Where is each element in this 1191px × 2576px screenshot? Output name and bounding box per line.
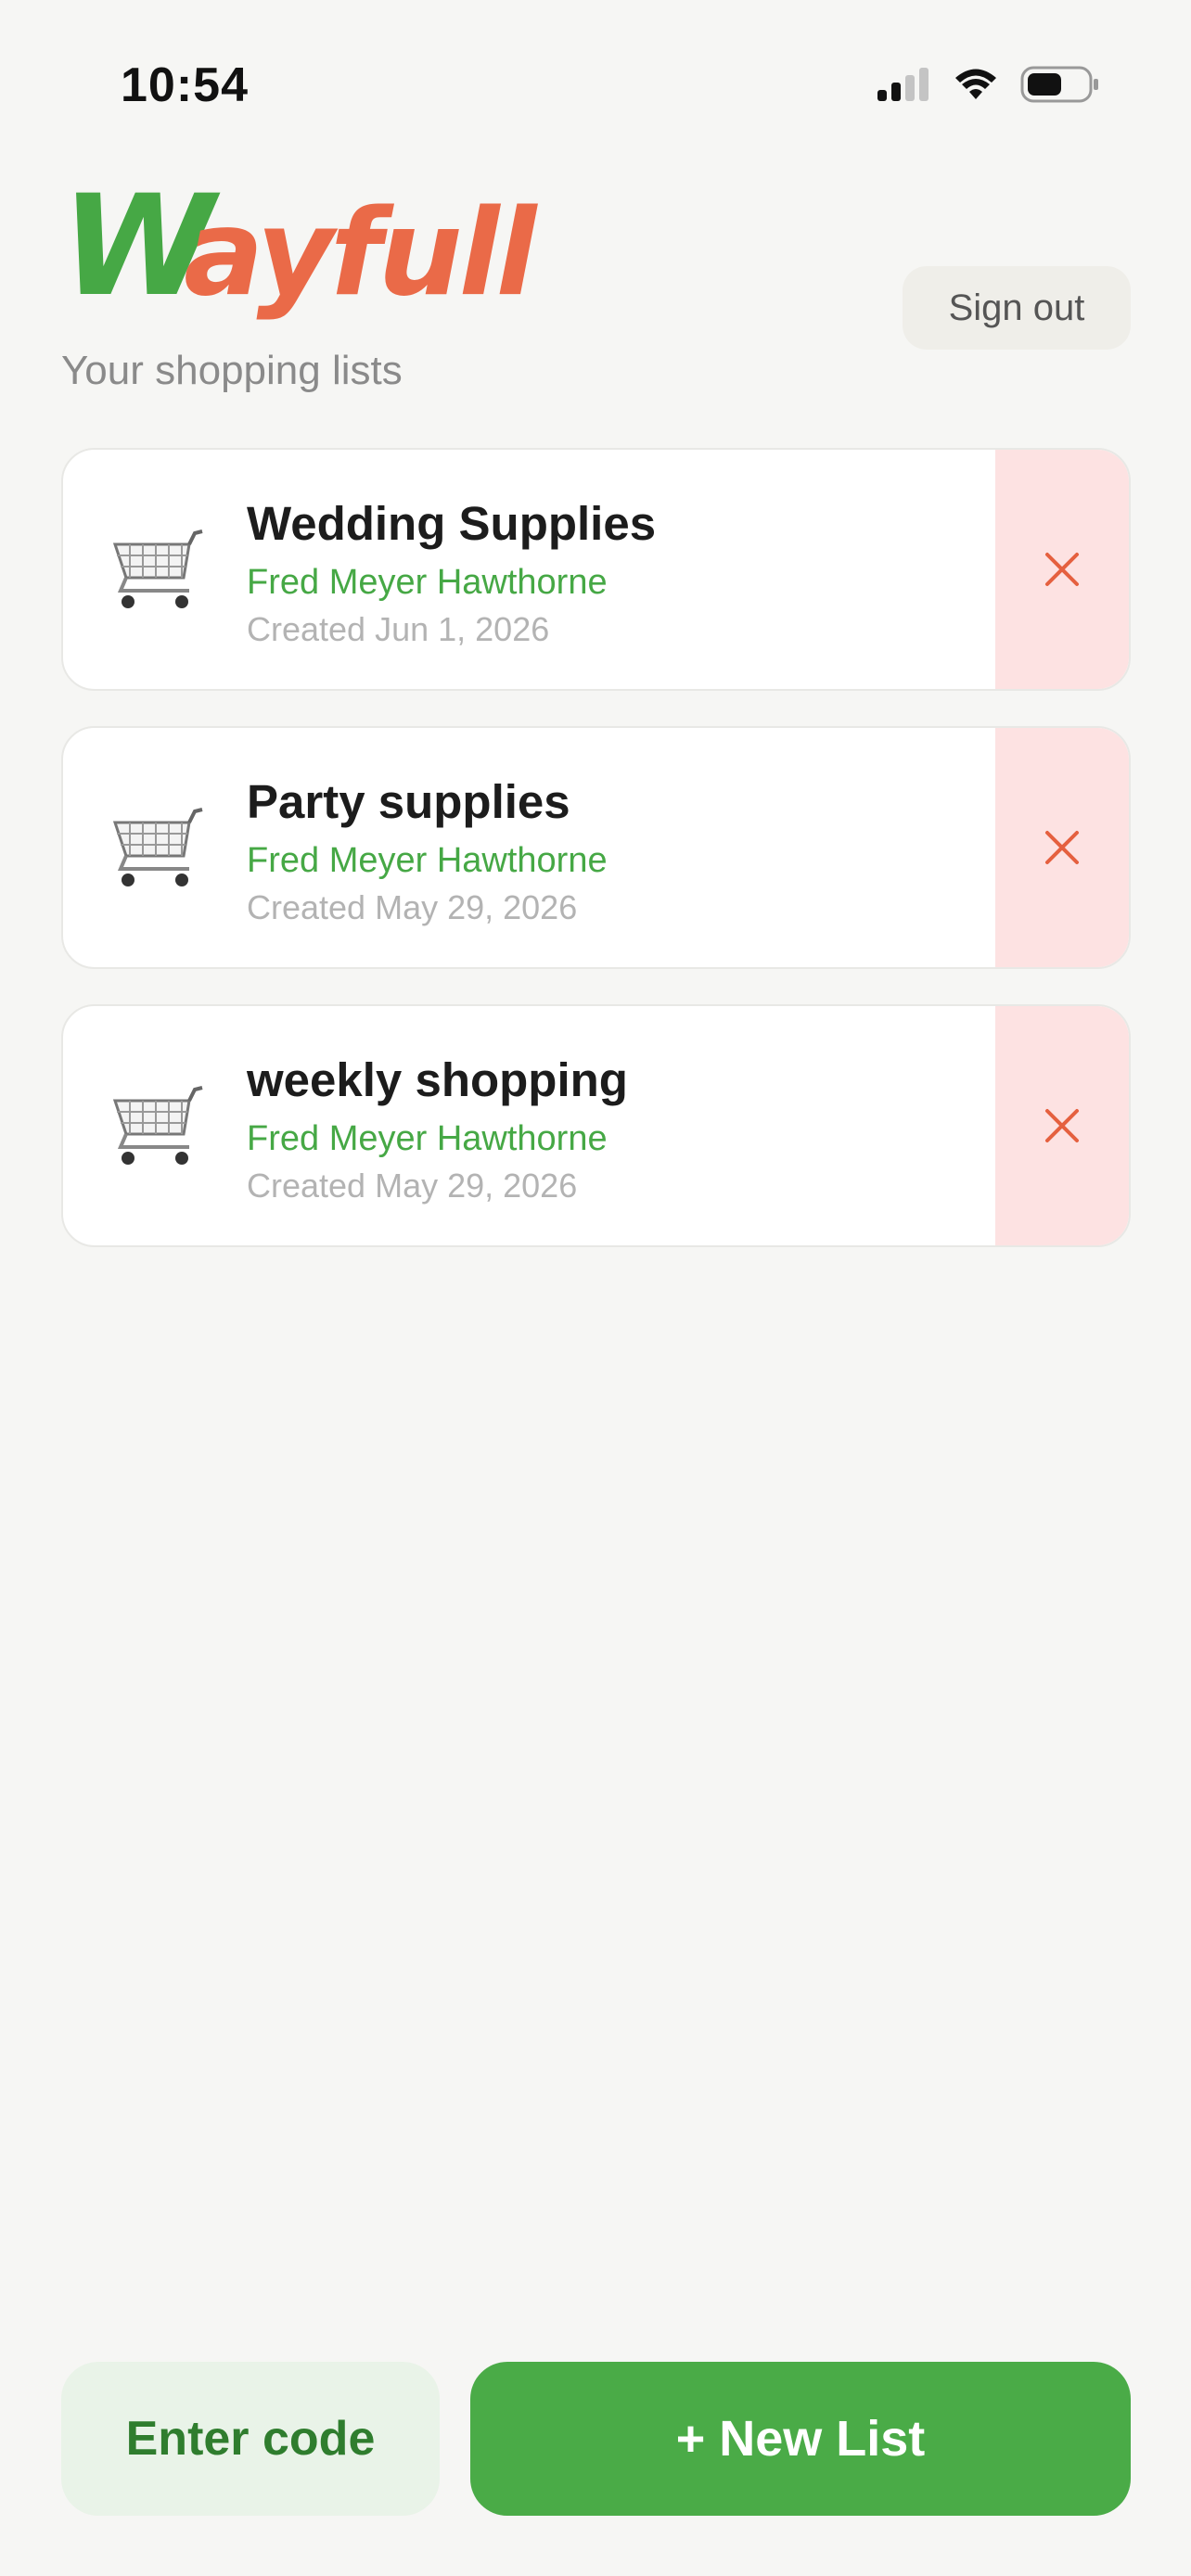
list-store: Fred Meyer Hawthorne: [247, 841, 608, 880]
delete-list-button[interactable]: [995, 728, 1129, 967]
wifi-icon: [955, 69, 996, 99]
list-store: Fred Meyer Hawthorne: [247, 1119, 608, 1158]
sign-out-button[interactable]: Sign out: [903, 266, 1131, 350]
list-card[interactable]: Party supplies Fred Meyer Hawthorne Crea…: [61, 726, 1131, 969]
list-created-date: Created May 29, 2026: [247, 1167, 578, 1205]
close-icon: [1045, 553, 1079, 586]
list-title: Wedding Supplies: [247, 497, 657, 550]
close-icon: [1045, 1109, 1079, 1142]
enter-code-button[interactable]: Enter code: [61, 2362, 440, 2516]
battery-icon: [1020, 66, 1098, 103]
shopping-cart-icon: [112, 529, 203, 608]
new-list-button[interactable]: + New List: [470, 2362, 1131, 2516]
list-title: weekly shopping: [247, 1053, 628, 1106]
shopping-cart-icon: [112, 1086, 203, 1165]
close-icon: [1045, 831, 1079, 864]
shopping-lists: Wedding Supplies Fred Meyer Hawthorne Cr…: [61, 448, 1131, 1282]
page-subtitle: Your shopping lists: [61, 348, 403, 393]
status-icons: [876, 65, 1100, 104]
status-bar: 10:54: [0, 0, 1191, 167]
list-card[interactable]: weekly shopping Fred Meyer Hawthorne Cre…: [61, 1004, 1131, 1247]
list-created-date: Created Jun 1, 2026: [247, 610, 550, 648]
delete-list-button[interactable]: [995, 1006, 1129, 1245]
delete-list-button[interactable]: [995, 450, 1129, 689]
list-created-date: Created May 29, 2026: [247, 888, 578, 926]
shopping-cart-icon: [112, 808, 203, 886]
cellular-signal-icon: [877, 68, 928, 101]
list-store: Fred Meyer Hawthorne: [247, 563, 608, 602]
list-card[interactable]: Wedding Supplies Fred Meyer Hawthorne Cr…: [61, 448, 1131, 691]
wayfull-logo: W ayfull: [61, 181, 543, 327]
list-title: Party supplies: [247, 775, 570, 828]
status-time: 10:54: [121, 58, 249, 112]
svg-text:ayfull: ayfull: [184, 185, 539, 323]
